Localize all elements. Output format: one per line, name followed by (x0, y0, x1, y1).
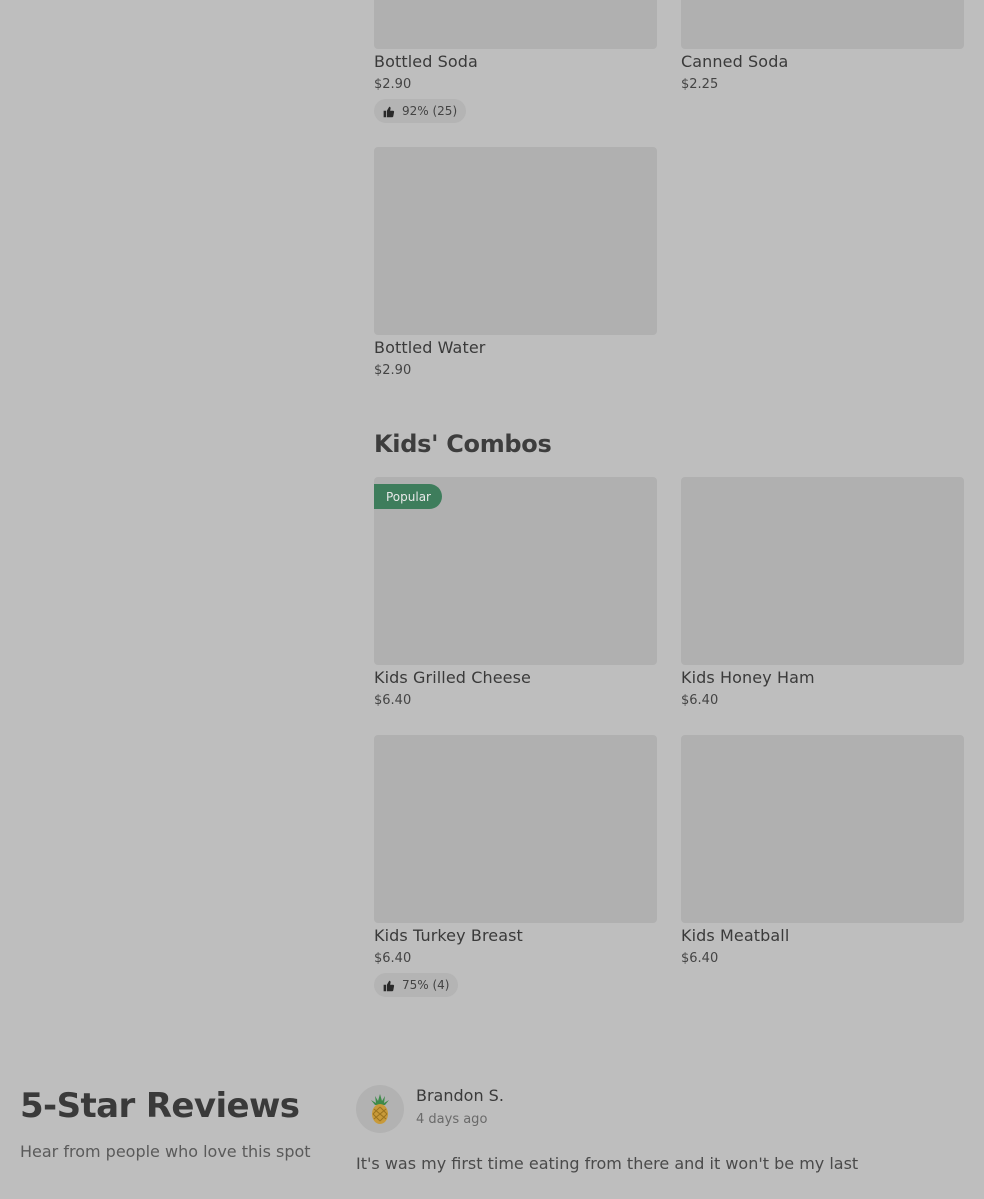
item-price: $6.40 (681, 693, 719, 708)
item-image-bottled-soda[interactable] (374, 0, 657, 49)
reviewer-avatar (356, 1085, 404, 1133)
section-title: Kids' Combos (374, 430, 552, 458)
thumbs-up-icon (383, 106, 395, 117)
item-image-kids-meatball[interactable] (681, 735, 964, 923)
item-name[interactable]: Canned Soda (681, 52, 788, 71)
item-image-bottled-water[interactable] (374, 147, 657, 335)
menu-page: Bottled Soda $2.90 92% (25) Canned Soda … (0, 0, 984, 1199)
rating-badge: 75% (4) (374, 973, 459, 997)
review-timestamp: 4 days ago (416, 1112, 488, 1127)
item-price: $6.40 (374, 693, 412, 708)
item-price: $2.90 (374, 77, 412, 92)
item-name[interactable]: Kids Meatball (681, 926, 789, 945)
item-name[interactable]: Kids Turkey Breast (374, 926, 523, 945)
item-price: $6.40 (681, 951, 719, 966)
item-name[interactable]: Kids Honey Ham (681, 668, 815, 687)
item-name[interactable]: Bottled Water (374, 338, 485, 357)
review-text: It's was my first time eating from there… (356, 1154, 859, 1173)
popular-badge: Popular (374, 484, 442, 509)
item-name[interactable]: Bottled Soda (374, 52, 478, 71)
item-name[interactable]: Kids Grilled Cheese (374, 668, 531, 687)
rating-badge: 92% (25) (374, 99, 467, 123)
pineapple-icon (371, 1094, 389, 1124)
reviews-title: 5-Star Reviews (20, 1086, 300, 1126)
reviewer-name: Brandon S. (416, 1086, 504, 1105)
item-image-kids-honey-ham[interactable] (681, 477, 964, 665)
item-image-kids-turkey-breast[interactable] (374, 735, 657, 923)
rating-text: 92% (25) (402, 104, 458, 118)
reviews-subtitle: Hear from people who love this spot (20, 1142, 311, 1161)
thumbs-up-icon (383, 980, 395, 991)
item-price: $6.40 (374, 951, 412, 966)
rating-text: 75% (4) (402, 978, 450, 992)
item-price: $2.90 (374, 363, 412, 378)
item-image-canned-soda[interactable] (681, 0, 964, 49)
item-price: $2.25 (681, 77, 719, 92)
